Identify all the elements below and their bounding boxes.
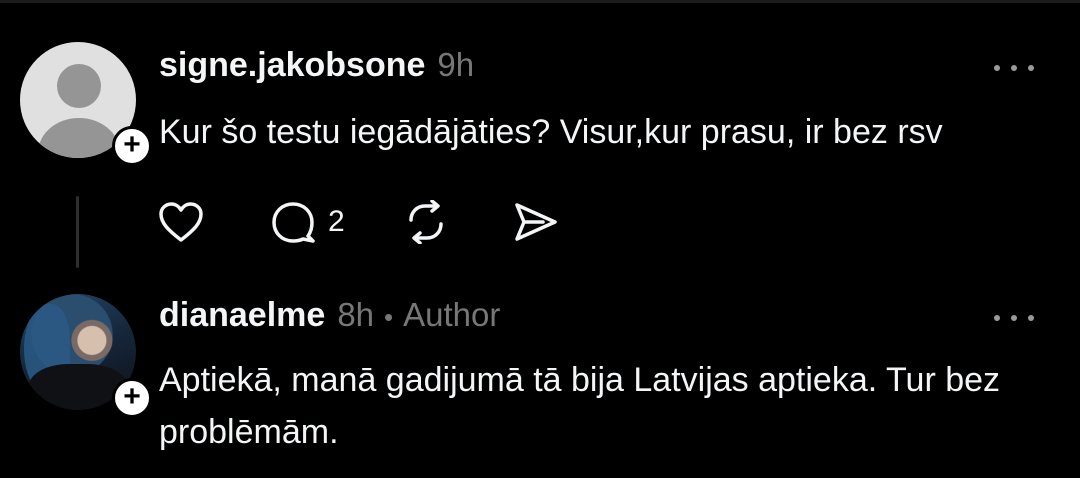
post-text: Aptiekā, manā gadijumā tā bija Latvijas …: [159, 361, 1001, 451]
more-dot: [1028, 65, 1034, 71]
more-dot: [994, 315, 1000, 321]
avatar-head-shape: [57, 64, 101, 108]
avatar-container[interactable]: +: [20, 42, 152, 166]
more-options-icon[interactable]: [994, 58, 1034, 78]
post-header: signe.jakobsone 9h: [159, 46, 474, 90]
comment-button[interactable]: 2: [270, 200, 345, 244]
post-header: dianaelme 8h • Author: [159, 296, 500, 340]
timestamp: 8h: [337, 296, 375, 333]
more-dot: [1028, 315, 1034, 321]
more-dot: [994, 65, 1000, 71]
follow-plus-icon[interactable]: +: [112, 378, 152, 418]
post-text: Kur šo testu iegādājāties? Visur,kur pra…: [159, 113, 943, 151]
more-dot: [1011, 315, 1017, 321]
more-options-icon[interactable]: [994, 308, 1034, 328]
action-bar: 2: [158, 196, 559, 248]
comment-count: 2: [328, 205, 345, 238]
heart-icon: [159, 202, 203, 242]
share-button[interactable]: [513, 201, 559, 243]
more-dot: [1011, 65, 1017, 71]
reply-post: + signe.jakobsone 9h Kur šo testu iegādā…: [0, 0, 1080, 290]
timestamp: 9h: [437, 46, 475, 83]
author-badge: Author: [403, 296, 501, 333]
repost-icon: [408, 200, 443, 244]
send-icon: [514, 203, 557, 241]
username[interactable]: signe.jakobsone: [159, 46, 425, 85]
thread-line: [76, 196, 79, 268]
separator-dot: •: [384, 302, 394, 332]
avatar-container[interactable]: +: [20, 294, 152, 418]
follow-plus-icon[interactable]: +: [112, 126, 152, 166]
author-reply-post: + dianaelme 8h • Author Aptiekā, manā ga…: [0, 290, 1080, 478]
like-button[interactable]: [158, 201, 204, 243]
username[interactable]: dianaelme: [159, 296, 325, 335]
comment-icon: [272, 202, 315, 243]
avatar-shoulders-shape: [38, 118, 120, 158]
repost-button[interactable]: [403, 200, 449, 244]
